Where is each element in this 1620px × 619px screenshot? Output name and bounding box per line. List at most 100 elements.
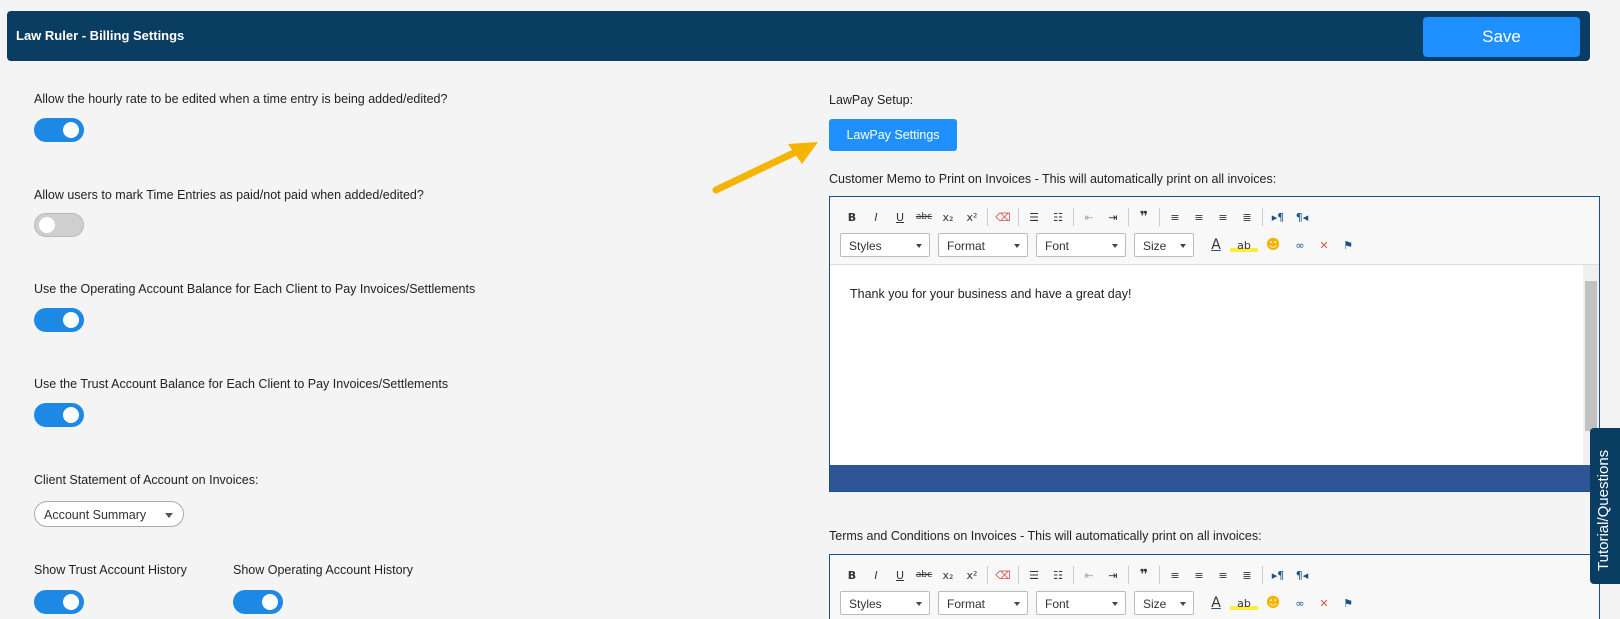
size-select[interactable]: Size [1134,233,1194,257]
align-left-icon[interactable]: ≡ [1163,569,1187,582]
toolbar-divider [1018,566,1019,584]
text-color-button[interactable]: A [1202,595,1230,611]
trust-balance-label: Use the Trust Account Balance for Each C… [34,377,449,391]
toggle-knob [39,217,55,233]
toggle-knob [262,594,278,610]
align-right-icon[interactable]: ≡ [1211,569,1235,582]
bold-button[interactable]: B [840,211,864,224]
indent-icon[interactable]: ⇥ [1101,569,1125,582]
toolbar-divider [1128,566,1129,584]
bg-color-button[interactable]: ab [1230,238,1258,252]
memo-editor-content[interactable]: Thank you for your business and have a g… [830,265,1599,465]
format-select[interactable]: Format [938,591,1028,615]
toolbar-divider [1018,208,1019,226]
bulleted-list-icon[interactable]: ☷ [1046,569,1070,582]
operating-balance-toggle[interactable] [34,308,84,332]
hourly-rate-toggle[interactable] [34,118,84,142]
statement-label: Client Statement of Account on Invoices: [34,473,259,487]
ltr-icon[interactable]: ▸¶ [1266,211,1290,224]
smiley-icon[interactable]: ☻ [1258,237,1288,253]
bold-button[interactable]: B [840,569,864,582]
toggle-knob [63,312,79,328]
header-bar: Law Ruler - Billing Settings Save [7,11,1590,61]
numbered-list-icon[interactable]: ☰ [1022,211,1046,224]
anchor-flag-icon[interactable]: ⚑ [1336,597,1360,610]
toolbar-divider [1073,208,1074,226]
toggle-knob [63,594,79,610]
save-button[interactable]: Save [1423,17,1580,57]
numbered-list-icon[interactable]: ☰ [1022,569,1046,582]
underline-button[interactable]: U [888,569,912,582]
align-center-icon[interactable]: ≡ [1187,211,1211,224]
unlink-icon[interactable]: ✕ [1312,597,1336,610]
strikethrough-button[interactable]: abc [912,212,936,222]
toggle-knob [63,407,79,423]
subscript-button[interactable]: x₂ [936,569,960,582]
link-icon[interactable]: ∞ [1288,239,1312,252]
chevron-down-icon [165,513,173,518]
italic-button[interactable]: I [864,211,888,224]
format-select[interactable]: Format [938,233,1028,257]
editor-toolbar: B I U abc x₂ x² ⌫ ☰ ☷ ⇤ ⇥ ❞ ≡ ≡ ≡ ≣ ▸¶ ¶… [830,555,1599,619]
align-justify-icon[interactable]: ≣ [1235,569,1259,582]
arrow-icon [712,142,818,194]
outdent-icon[interactable]: ⇤ [1077,569,1101,582]
trust-history-toggle[interactable] [34,590,84,614]
unlink-icon[interactable]: ✕ [1312,239,1336,252]
align-center-icon[interactable]: ≡ [1187,569,1211,582]
statement-select[interactable]: Account Summary [34,501,184,527]
tutorial-questions-tab[interactable]: Tutorial/Questions [1590,428,1620,584]
mark-paid-toggle[interactable] [34,213,84,237]
lawpay-settings-button[interactable]: LawPay Settings [829,119,957,151]
eraser-icon[interactable]: ⌫ [991,211,1015,224]
toolbar-divider [1073,566,1074,584]
toolbar-divider [1262,566,1263,584]
hourly-rate-label: Allow the hourly rate to be edited when … [34,92,448,106]
text-color-button[interactable]: A [1202,237,1230,253]
align-justify-icon[interactable]: ≣ [1235,211,1259,224]
superscript-button[interactable]: x² [960,569,984,582]
toggle-knob [63,122,79,138]
trust-balance-toggle[interactable] [34,403,84,427]
bg-color-button[interactable]: ab [1230,596,1258,610]
size-select[interactable]: Size [1134,591,1194,615]
scrollbar-thumb[interactable] [1585,281,1597,431]
memo-editor[interactable]: B I U abc x₂ x² ⌫ ☰ ☷ ⇤ ⇥ ❞ ≡ ≡ ≡ ≣ ▸¶ ¶… [829,196,1600,492]
mark-paid-label: Allow users to mark Time Entries as paid… [34,188,424,202]
superscript-button[interactable]: x² [960,211,984,224]
terms-label: Terms and Conditions on Invoices - This … [829,529,1262,543]
rtl-icon[interactable]: ¶◂ [1290,569,1314,582]
toolbar-divider [987,208,988,226]
anchor-flag-icon[interactable]: ⚑ [1336,239,1360,252]
align-left-icon[interactable]: ≡ [1163,211,1187,224]
align-right-icon[interactable]: ≡ [1211,211,1235,224]
font-select[interactable]: Font [1036,233,1126,257]
subscript-button[interactable]: x₂ [936,211,960,224]
terms-editor[interactable]: B I U abc x₂ x² ⌫ ☰ ☷ ⇤ ⇥ ❞ ≡ ≡ ≡ ≣ ▸¶ ¶… [829,554,1600,619]
memo-label: Customer Memo to Print on Invoices - Thi… [829,172,1277,186]
styles-select[interactable]: Styles [840,233,930,257]
underline-button[interactable]: U [888,211,912,224]
outdent-icon[interactable]: ⇤ [1077,211,1101,224]
tutorial-questions-label: Tutorial/Questions [1595,449,1612,571]
eraser-icon[interactable]: ⌫ [991,569,1015,582]
font-select[interactable]: Font [1036,591,1126,615]
indent-icon[interactable]: ⇥ [1101,211,1125,224]
operating-history-toggle[interactable] [233,590,283,614]
italic-button[interactable]: I [864,569,888,582]
bulleted-list-icon[interactable]: ☷ [1046,211,1070,224]
link-icon[interactable]: ∞ [1288,597,1312,610]
styles-select[interactable]: Styles [840,591,930,615]
statement-select-value: Account Summary [44,508,147,522]
ltr-icon[interactable]: ▸¶ [1266,569,1290,582]
lawpay-label: LawPay Setup: [829,93,914,107]
smiley-icon[interactable]: ☻ [1258,595,1288,611]
editor-toolbar: B I U abc x₂ x² ⌫ ☰ ☷ ⇤ ⇥ ❞ ≡ ≡ ≡ ≣ ▸¶ ¶… [830,197,1599,265]
trust-history-label: Show Trust Account History [34,563,187,577]
toolbar-divider [1128,208,1129,226]
blockquote-icon[interactable]: ❞ [1132,567,1156,583]
strikethrough-button[interactable]: abc [912,570,936,580]
toolbar-divider [1159,208,1160,226]
rtl-icon[interactable]: ¶◂ [1290,211,1314,224]
blockquote-icon[interactable]: ❞ [1132,209,1156,225]
